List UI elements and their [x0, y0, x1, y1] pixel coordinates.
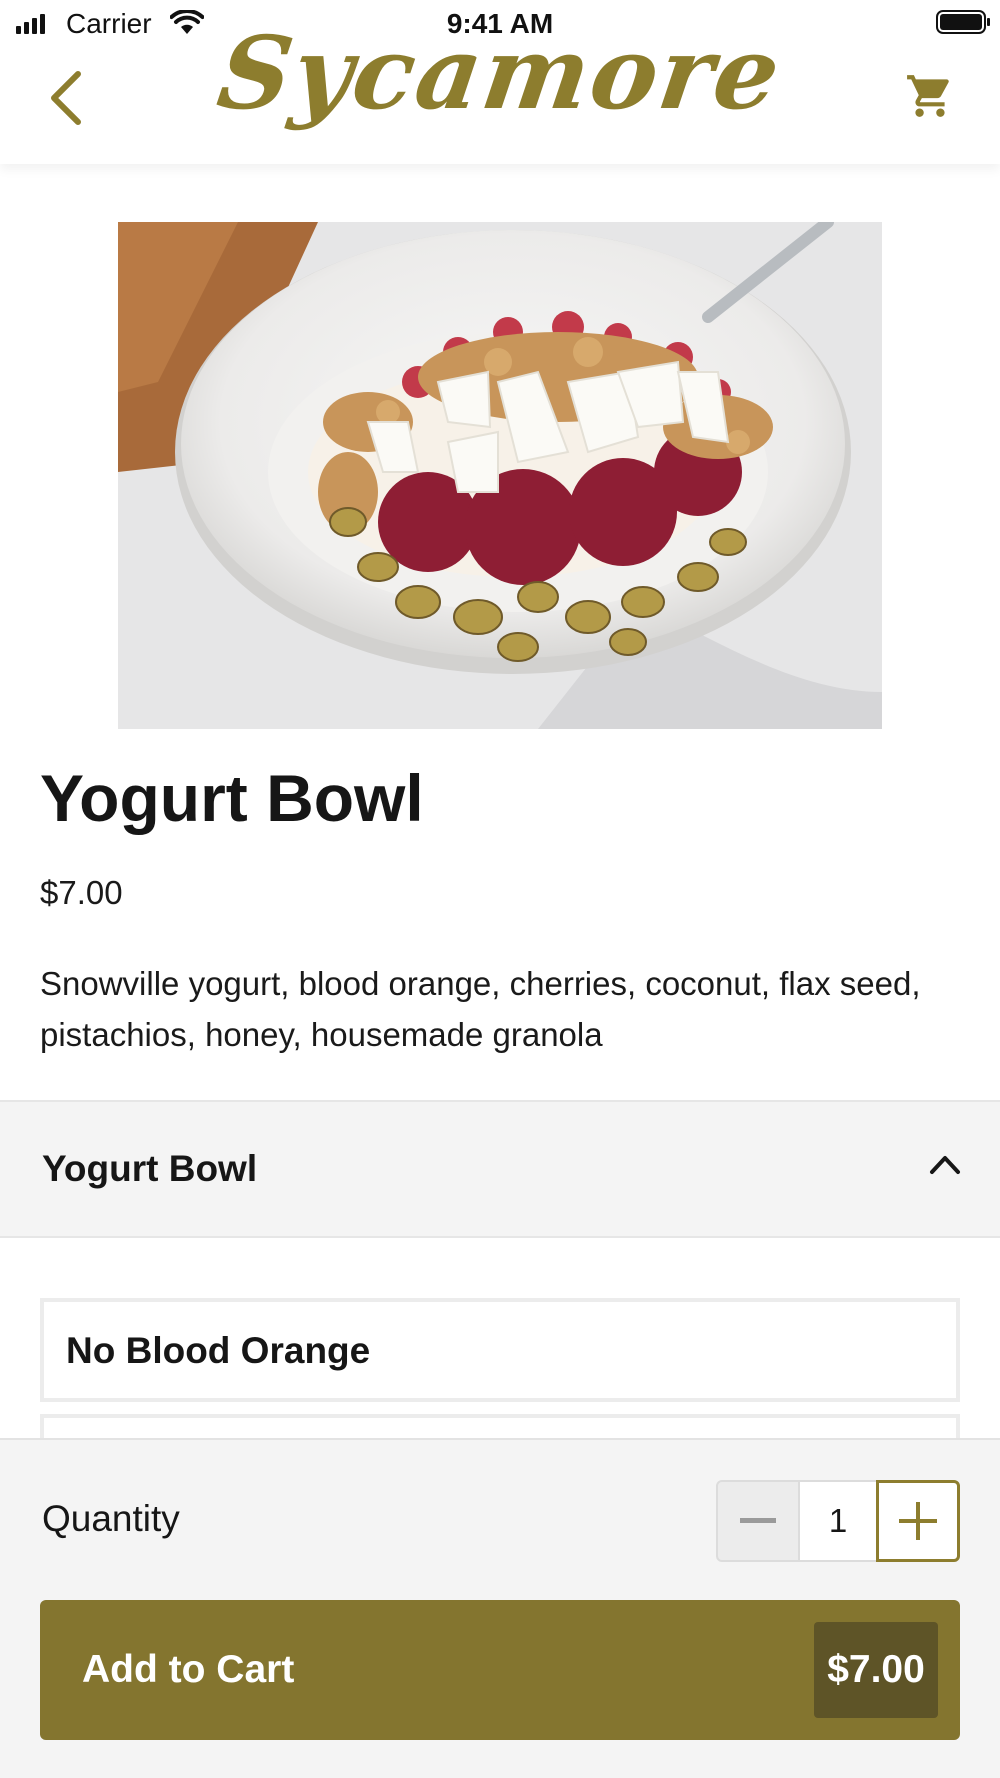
minus-icon: [740, 1518, 776, 1523]
add-to-cart-button[interactable]: Add to Cart $7.00: [40, 1600, 960, 1740]
decrease-quantity-button[interactable]: [716, 1480, 800, 1562]
quantity-value[interactable]: 1: [798, 1480, 878, 1562]
product-price: $7.00: [40, 874, 123, 911]
add-to-cart-label: Add to Cart: [82, 1648, 295, 1691]
increase-quantity-button[interactable]: [876, 1480, 960, 1562]
cart-icon: [907, 75, 949, 117]
product-description: Snowville yogurt, blood orange, cherries…: [40, 965, 921, 1053]
chevron-up-icon[interactable]: [928, 1152, 962, 1176]
cart-button[interactable]: [898, 64, 962, 128]
modifier-option[interactable]: No Blood Orange: [40, 1298, 960, 1402]
status-bar: Carrier 9:41 AM: [0, 0, 1000, 44]
modifier-option-label: No Blood Orange: [66, 1330, 371, 1371]
battery-icon: [936, 10, 990, 34]
product-title: Yogurt Bowl: [40, 761, 424, 835]
modifier-section-title: Yogurt Bowl: [42, 1148, 258, 1189]
status-time: 9:41 AM: [446, 8, 554, 39]
plus-icon: [899, 1502, 937, 1540]
order-total: $7.00: [814, 1622, 938, 1718]
modifier-section-header[interactable]: Yogurt Bowl: [0, 1100, 1000, 1238]
product-image: [118, 222, 882, 729]
quantity-label: Quantity: [42, 1498, 180, 1539]
order-bar: Quantity 1 Add to Cart $7.00: [0, 1438, 1000, 1778]
